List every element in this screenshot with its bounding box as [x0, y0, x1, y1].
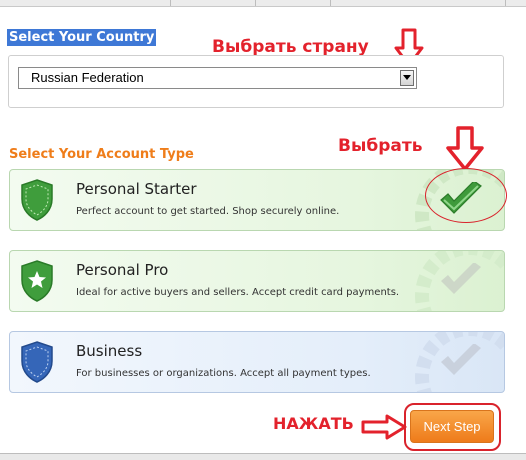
shield-icon — [21, 341, 53, 383]
toolbar-separator — [170, 0, 171, 6]
account-option-description: Perfect account to get started. Shop sec… — [76, 206, 340, 217]
red-right-arrow-icon — [361, 414, 407, 440]
checkmark-unselected-icon — [441, 344, 481, 375]
country-select-value: Russian Federation — [31, 70, 144, 85]
account-option-business[interactable]: Business For businesses or organizations… — [9, 331, 505, 393]
toolbar-separator — [330, 0, 331, 6]
selection-highlight-circle — [425, 168, 507, 223]
dropdown-arrow-icon[interactable] — [400, 70, 414, 86]
country-select[interactable]: Russian Federation — [18, 67, 417, 89]
toolbar-separator — [255, 0, 256, 6]
annotation-choose: Выбрать — [338, 136, 423, 156]
top-toolbar-strip — [0, 0, 526, 7]
shield-star-icon — [21, 260, 53, 302]
account-option-title: Personal Starter — [76, 180, 197, 198]
account-option-description: For businesses or organizations. Accept … — [76, 368, 371, 379]
red-down-arrow-icon — [446, 126, 484, 171]
account-option-description: Ideal for active buyers and sellers. Acc… — [76, 287, 400, 298]
annotation-press: НАЖАТЬ — [273, 414, 354, 433]
account-option-personal-pro[interactable]: Personal Pro Ideal for active buyers and… — [9, 250, 505, 312]
account-option-title: Personal Pro — [76, 261, 169, 279]
account-type-heading: Select Your Account Type — [9, 147, 194, 162]
country-heading: Select Your Country — [7, 29, 157, 46]
toolbar-separator — [505, 0, 506, 6]
account-option-title: Business — [76, 342, 143, 360]
next-step-button[interactable]: Next Step — [410, 410, 494, 443]
annotation-choose-country: Выбрать страну — [212, 37, 369, 57]
checkmark-unselected-icon — [441, 263, 481, 294]
shield-icon — [21, 179, 53, 221]
